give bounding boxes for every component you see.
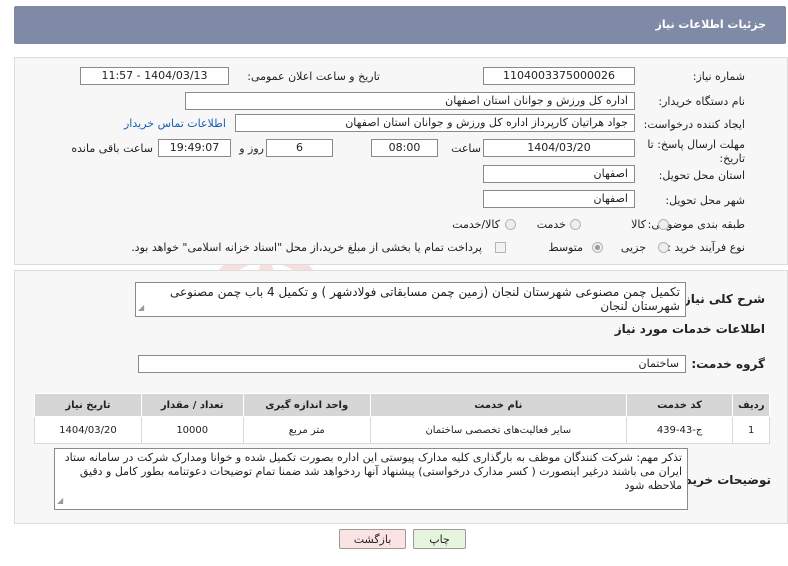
deadline-time-field[interactable]: 08:00 xyxy=(371,139,438,157)
page-header: جزئیات اطلاعات نیاز xyxy=(14,6,786,44)
service-group-label: گروه خدمت: xyxy=(691,357,765,371)
need-number-field[interactable]: 1104003375000026 xyxy=(483,67,635,85)
table-row[interactable]: 1 ج-43-439 سایر فعالیت‌های تخصصی ساختمان… xyxy=(34,416,770,444)
cell-need-date: 1404/03/20 xyxy=(34,416,142,444)
col-unit: واحد اندازه گیری xyxy=(242,393,371,417)
process-label: نوع فرآیند خرید : xyxy=(667,241,745,254)
days-field[interactable]: 6 xyxy=(266,139,333,157)
creator-field[interactable]: جواد هراتیان کارپرداز اداره کل ورزش و جو… xyxy=(235,114,635,132)
resize-handle-icon[interactable]: ◢ xyxy=(57,494,63,508)
deadline-time-label: ساعت xyxy=(451,142,481,155)
print-button[interactable]: چاپ xyxy=(413,529,466,549)
treasury-checkbox[interactable] xyxy=(495,242,506,253)
city-field[interactable]: اصفهان xyxy=(483,190,635,208)
process-radio-medium[interactable] xyxy=(592,242,603,253)
category-radio-goods-service[interactable] xyxy=(505,219,516,230)
resize-handle-icon[interactable]: ◢ xyxy=(138,301,144,315)
general-desc-text: تکمیل چمن مصنوعی شهرستان لنجان (زمین چمن… xyxy=(170,285,680,313)
cell-row: 1 xyxy=(732,416,770,444)
cell-quantity: 10000 xyxy=(140,416,244,444)
buyer-org-label: نام دستگاه خریدار: xyxy=(658,95,745,108)
process-radio-minor[interactable] xyxy=(658,242,669,253)
col-service-code: کد خدمت xyxy=(625,393,734,417)
process-option-minor: جزیی xyxy=(620,241,646,254)
services-heading: اطلاعات خدمات مورد نیاز xyxy=(614,322,765,336)
buyer-org-field[interactable]: اداره کل ورزش و جوانان استان اصفهان xyxy=(185,92,635,110)
col-row: ردیف xyxy=(732,393,770,417)
cell-service-code: ج-43-439 xyxy=(625,416,734,444)
category-option-service: خدمت xyxy=(536,218,566,231)
announce-date-field[interactable]: 1404/03/13 - 11:57 xyxy=(80,67,229,85)
need-info-panel xyxy=(14,57,788,265)
table-header-row: ردیف کد خدمت نام خدمت واحد اندازه گیری ت… xyxy=(34,393,770,417)
service-group-field[interactable]: ساختمان xyxy=(138,355,686,373)
deadline-date-label: تاریخ: xyxy=(719,152,745,165)
page-title: جزئیات اطلاعات نیاز xyxy=(655,18,767,31)
buyer-notes-text: تذکر مهم: شرکت کنندگان موظف به بارگذاری … xyxy=(64,451,682,492)
need-number-label: شماره نیاز: xyxy=(692,70,745,83)
category-option-goods-service: کالا/خدمت xyxy=(452,218,500,231)
buyer-notes-field[interactable]: تذکر مهم: شرکت کنندگان موظف به بارگذاری … xyxy=(54,448,688,510)
deadline-date-field[interactable]: 1404/03/20 xyxy=(483,139,635,157)
buyer-contact-link[interactable]: اطلاعات تماس خریدار xyxy=(124,117,226,130)
back-button[interactable]: بازگشت xyxy=(339,529,406,549)
deadline-label: مهلت ارسال پاسخ: تا xyxy=(647,138,745,151)
province-label: استان محل تحویل: xyxy=(658,169,745,182)
province-field[interactable]: اصفهان xyxy=(483,165,635,183)
col-quantity: تعداد / مقدار xyxy=(140,393,244,417)
announce-date-label: تاریخ و ساعت اعلان عمومی: xyxy=(247,70,380,83)
category-radio-goods[interactable] xyxy=(658,219,669,230)
remaining-time-label: ساعت باقی مانده xyxy=(71,142,153,155)
cell-service-name: سایر فعالیت‌های تخصصی ساختمان xyxy=(369,416,627,444)
category-option-goods: کالا xyxy=(631,218,646,231)
city-label: شهر محل تحویل: xyxy=(665,194,745,207)
col-need-date: تاریخ نیاز xyxy=(34,393,142,417)
creator-label: ایجاد کننده درخواست: xyxy=(643,118,745,131)
remaining-time-field[interactable]: 19:49:07 xyxy=(158,139,231,157)
process-option-medium: متوسط xyxy=(548,241,583,254)
services-table: ردیف کد خدمت نام خدمت واحد اندازه گیری ت… xyxy=(34,393,770,444)
col-service-name: نام خدمت xyxy=(369,393,627,417)
days-label: روز و xyxy=(239,142,264,155)
cell-unit: متر مربع xyxy=(242,416,371,444)
treasury-note: پرداخت تمام یا بخشی از مبلغ خرید،از محل … xyxy=(131,241,482,254)
general-desc-field[interactable]: تکمیل چمن مصنوعی شهرستان لنجان (زمین چمن… xyxy=(135,282,686,317)
general-desc-label: شرح کلی نیاز: xyxy=(679,292,765,306)
category-radio-service[interactable] xyxy=(570,219,581,230)
